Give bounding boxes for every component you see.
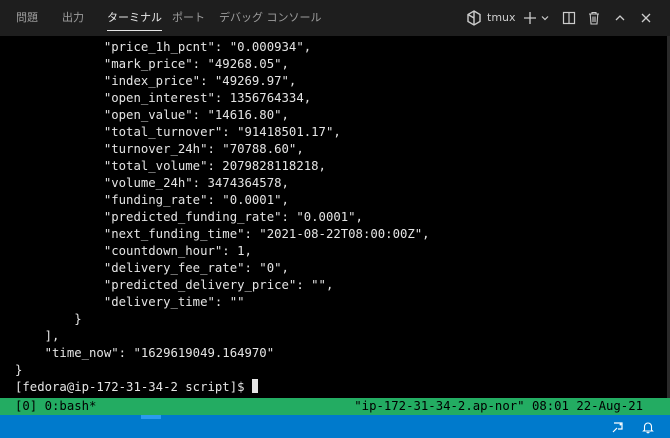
terminal-line: "total_turnover": "91418501.17", [15, 125, 341, 139]
tab-output[interactable]: 出力 [62, 0, 84, 36]
terminal-line: } [15, 312, 82, 326]
terminal-line: "volume_24h": 3474364578, [15, 176, 289, 190]
terminal-line: "open_interest": 1356764334, [15, 91, 312, 105]
tab-ports[interactable]: ポート [172, 0, 205, 36]
terminal-line: "price_1h_pcnt": "0.000934", [15, 40, 312, 54]
status-bar [0, 415, 670, 438]
plus-icon[interactable] [522, 8, 538, 28]
tab-terminal-label: ターミナル [107, 11, 162, 24]
close-icon[interactable] [638, 8, 654, 28]
tmux-host-time: "ip-172-31-34-2.ap-nor" 08:01 22-Aug-21 [354, 399, 643, 413]
tab-terminal[interactable]: ターミナル [107, 0, 162, 36]
terminal-line: "predicted_delivery_price": "", [15, 278, 334, 292]
chevron-down-icon[interactable] [539, 8, 551, 28]
terminal-line: ], [15, 329, 60, 343]
trash-icon[interactable] [586, 8, 602, 28]
split-icon[interactable] [561, 8, 577, 28]
terminal-profile-label[interactable]: tmux [487, 0, 516, 36]
terminal-output: "price_1h_pcnt": "0.000934", "mark_price… [15, 39, 430, 396]
terminal-line: "funding_rate": "0.0001", [15, 193, 289, 207]
terminal-line: "total_volume": 2079828118218, [15, 159, 326, 173]
terminal-line: "predicted_funding_rate": "0.0001", [15, 210, 363, 224]
terminal-cursor [251, 379, 258, 393]
terminal-line: "delivery_fee_rate": "0", [15, 261, 289, 275]
chevron-up-icon[interactable] [612, 8, 628, 28]
active-tab-indicator [107, 30, 162, 31]
terminal-line: "next_funding_time": "2021-08-22T08:00:0… [15, 227, 430, 241]
tmux-window-list: [0] 0:bash* [15, 399, 97, 413]
terminal-line: "delivery_time": "" [15, 295, 245, 309]
tmux-icon[interactable] [466, 8, 482, 28]
terminal-line: "mark_price": "49268.05", [15, 57, 289, 71]
status-bar-highlight [141, 415, 161, 419]
tab-debug-console[interactable]: デバッグ コンソール [219, 0, 322, 36]
tab-problems[interactable]: 問題 [16, 0, 38, 36]
terminal-line: "open_value": "14616.80", [15, 108, 289, 122]
panel-tab-bar: 問題 出力 ターミナル ポート デバッグ コンソール tmux [0, 0, 670, 36]
terminal-line: "time_now": "1629619049.164970" [15, 346, 275, 360]
terminal-view[interactable]: "price_1h_pcnt": "0.000934", "mark_price… [0, 36, 670, 400]
terminal-line: } [15, 363, 23, 377]
remote-feedback-icon[interactable] [609, 415, 627, 438]
prompt-text: [fedora@ip-172-31-34-2 script]$ [15, 380, 252, 394]
terminal-line: "index_price": "49269.97", [15, 74, 297, 88]
terminal-line: "turnover_24h": "70788.60", [15, 142, 304, 156]
bell-icon[interactable] [639, 415, 657, 438]
tmux-status-bar: [0] 0:bash* "ip-172-31-34-2.ap-nor" 08:0… [0, 398, 670, 415]
terminal-line: "countdown_hour": 1, [15, 244, 252, 258]
shell-prompt: [fedora@ip-172-31-34-2 script]$ [15, 379, 430, 396]
